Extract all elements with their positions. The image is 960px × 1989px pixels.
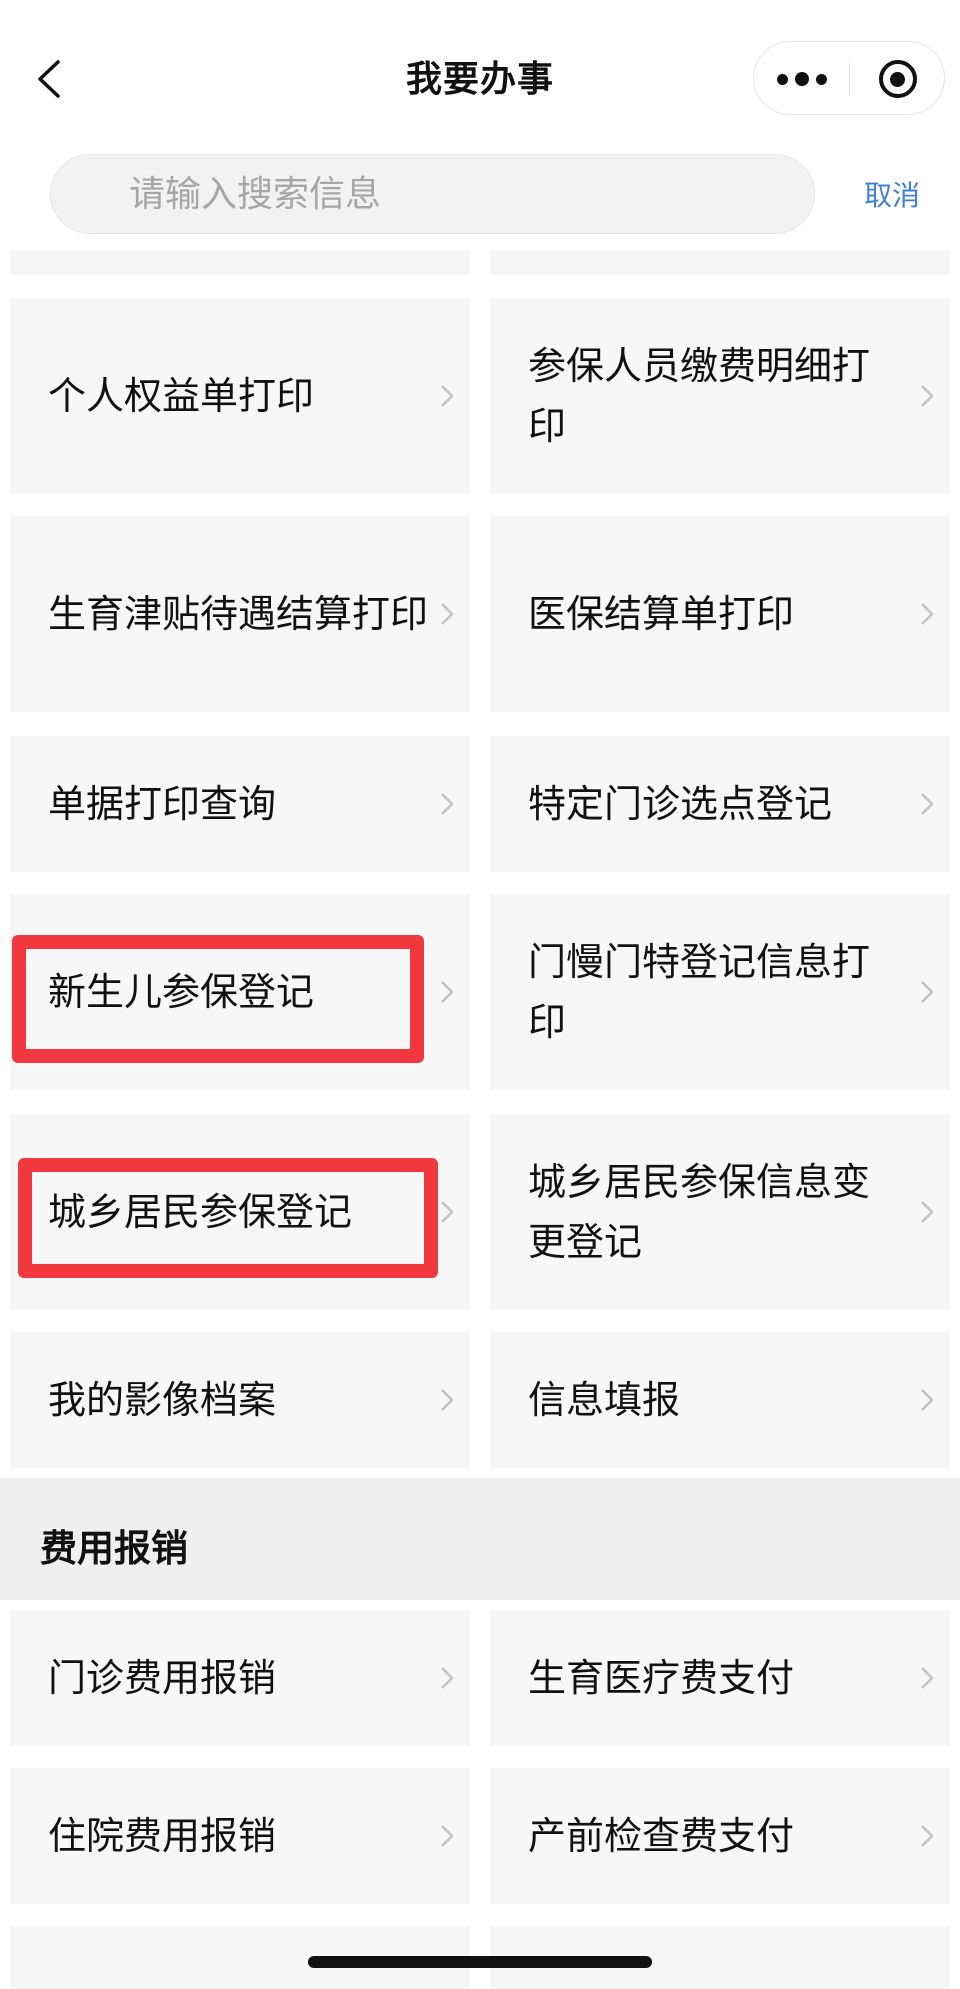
service-card-partial-right[interactable] [490, 250, 950, 275]
target-icon [878, 60, 917, 98]
search-box [50, 154, 815, 234]
chevron-right-icon [440, 1388, 454, 1412]
service-label: 产前检查费支付 [528, 1814, 795, 1858]
chevron-right-icon [440, 384, 454, 408]
service-card-maternity-medical-payment[interactable]: 生育医疗费支付 [490, 1610, 950, 1746]
chevron-right-icon [920, 980, 934, 1004]
chevron-right-icon [440, 1824, 454, 1848]
service-card-newborn-insurance-registration[interactable]: 新生儿参保登记 [10, 894, 470, 1090]
service-label: 城乡居民参保登记 [48, 1190, 353, 1234]
cancel-button[interactable]: 取消 [864, 174, 920, 214]
service-label: 生育津贴待遇结算打印 [48, 592, 429, 636]
service-card-receipt-print-query[interactable]: 单据打印查询 [10, 736, 470, 872]
chevron-right-icon [920, 1824, 934, 1848]
chevron-right-icon [440, 1666, 454, 1690]
service-card-outpatient-reimbursement[interactable]: 门诊费用报销 [10, 1610, 470, 1746]
search-input[interactable] [129, 155, 789, 233]
service-label: 信息填报 [528, 1378, 681, 1422]
chevron-right-icon [920, 1388, 934, 1412]
service-label: 单据打印查询 [48, 782, 277, 826]
service-card-my-image-archive[interactable]: 我的影像档案 [10, 1332, 470, 1468]
service-label: 特定门诊选点登记 [528, 782, 833, 826]
mini-program-capsule [753, 41, 945, 115]
service-label: 住院费用报销 [48, 1814, 277, 1858]
section-title: 费用报销 [40, 1527, 188, 1570]
service-label: 门诊费用报销 [48, 1656, 277, 1700]
service-label: 城乡居民参保信息变更登记 [528, 1160, 871, 1264]
section-header-expense: 费用报销 [0, 1478, 960, 1600]
service-label: 我的影像档案 [48, 1378, 277, 1422]
chevron-right-icon [920, 384, 934, 408]
service-label: 医保结算单打印 [528, 592, 795, 636]
chevron-right-icon [920, 602, 934, 626]
chevron-right-icon [920, 792, 934, 816]
service-label: 新生儿参保登记 [48, 970, 315, 1014]
service-card-resident-insurance-change[interactable]: 城乡居民参保信息变更登记 [490, 1114, 950, 1310]
service-card-medical-settlement-print[interactable]: 医保结算单打印 [490, 516, 950, 712]
service-label: 生育医疗费支付 [528, 1656, 795, 1700]
chevron-right-icon [440, 1200, 454, 1224]
service-card-resident-insurance-registration[interactable]: 城乡居民参保登记 [10, 1114, 470, 1310]
service-label: 参保人员缴费明细打印 [528, 344, 871, 448]
more-menu-button[interactable] [754, 42, 849, 116]
service-card-payment-detail-print[interactable]: 参保人员缴费明细打印 [490, 298, 950, 494]
service-card-maternity-allowance-print[interactable]: 生育津贴待遇结算打印 [10, 516, 470, 712]
chevron-right-icon [440, 980, 454, 1004]
service-card-prenatal-exam-payment[interactable]: 产前检查费支付 [490, 1768, 950, 1904]
chevron-right-icon [920, 1200, 934, 1224]
service-label: 门慢门特登记信息打印 [528, 940, 871, 1044]
service-label: 个人权益单打印 [48, 374, 315, 418]
service-card-inpatient-reimbursement[interactable]: 住院费用报销 [10, 1768, 470, 1904]
chevron-right-icon [920, 1666, 934, 1690]
more-dots-icon [776, 72, 827, 86]
service-card-partial-left[interactable] [10, 250, 470, 275]
service-card-chronic-disease-info-print[interactable]: 门慢门特登记信息打印 [490, 894, 950, 1090]
service-card-outpatient-site-registration[interactable]: 特定门诊选点登记 [490, 736, 950, 872]
service-card-info-report[interactable]: 信息填报 [490, 1332, 950, 1468]
chevron-right-icon [440, 792, 454, 816]
nav-bar: 我要办事 [0, 0, 960, 150]
home-indicator [308, 1956, 652, 1968]
search-bar: 取消 [0, 150, 960, 250]
close-mini-program-button[interactable] [850, 42, 945, 116]
chevron-right-icon [440, 602, 454, 626]
service-card-personal-rights-print[interactable]: 个人权益单打印 [10, 298, 470, 494]
